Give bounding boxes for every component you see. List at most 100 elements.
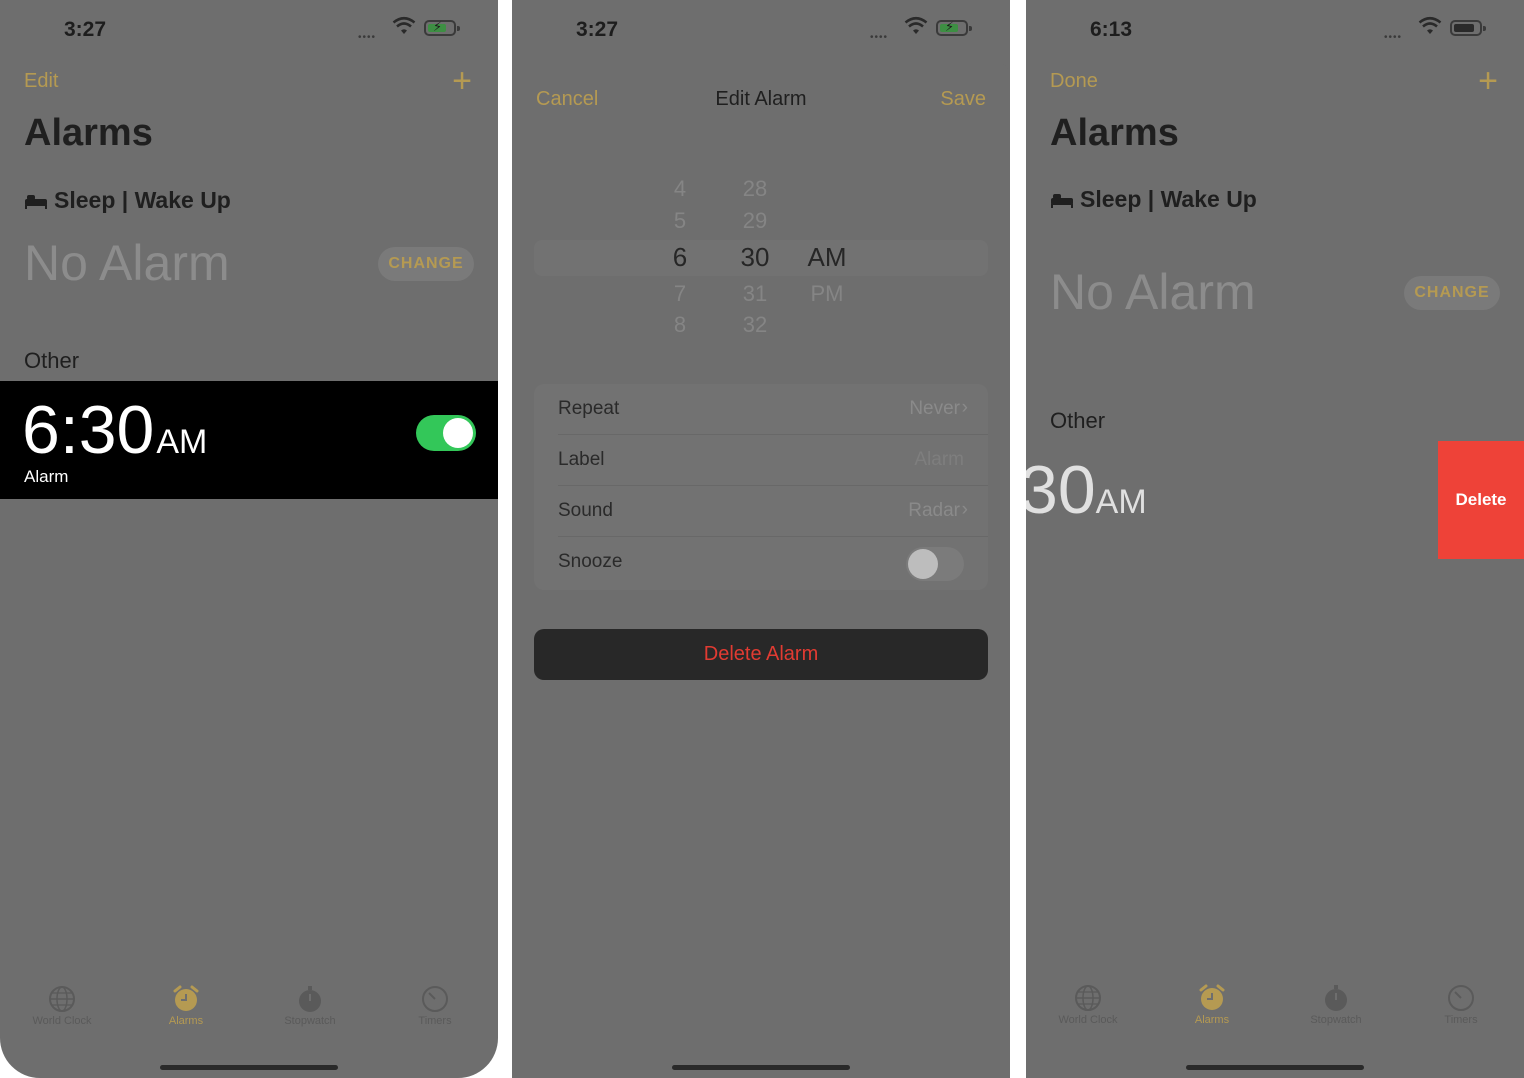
snooze-row: Snooze [534,537,988,588]
picker-minute[interactable]: 31 [730,281,780,307]
alarm-time-value: 6:30 [22,392,155,468]
tab-stopwatch[interactable]: Stopwatch [255,985,365,1027]
sheet-title: Edit Alarm [715,88,807,110]
label-input[interactable]: Alarm [914,449,964,471]
sleep-wake-label: Sleep | Wake Up [54,187,231,213]
home-indicator [160,1065,338,1070]
picker-period[interactable]: PM [802,281,852,307]
tab-timers[interactable]: Timers [1406,984,1516,1026]
tab-label: World Clock [1058,1014,1118,1026]
alarm-clock-icon [173,985,199,1011]
picker-period-selected[interactable]: AM [802,242,852,273]
alarm-ampm: AM [156,423,208,461]
setting-key: Label [558,449,605,470]
toggle-knob [443,418,473,448]
home-indicator [1186,1065,1364,1070]
page-title: Alarms [1050,112,1179,154]
sleep-wake-header: Sleep | Wake Up [24,187,231,214]
edit-button[interactable]: Edit [24,70,58,93]
sound-row[interactable]: Sound Radar › [534,486,988,537]
done-button[interactable]: Done [1050,70,1098,93]
chevron-right-icon: › [961,397,968,418]
stopwatch-icon [1325,985,1347,1011]
status-bar: 3:27 •••• ⚡ [512,0,1010,60]
picker-hour-selected[interactable]: 6 [655,242,705,273]
alarms-screen: 3:27 •••• ⚡ Edit + Alarms Sleep | Wake U… [0,0,498,1078]
cellular-signal-icon: •••• [870,32,889,43]
delete-button[interactable]: Delete [1438,441,1524,559]
alarms-edit-mode-screen: 6:13 •••• Done + Alarms Sleep | Wake Up … [1026,0,1524,1078]
tab-label: Timers [1444,1014,1478,1026]
save-button[interactable]: Save [940,88,986,111]
no-alarm-text: No Alarm [1050,264,1256,320]
picker-hour[interactable]: 4 [655,176,705,202]
snooze-toggle[interactable] [906,547,964,581]
alarm-ampm: AM [1095,483,1147,521]
timer-icon [422,986,448,1012]
tab-world-clock[interactable]: World Clock [7,985,117,1027]
page-title: Alarms [24,112,153,154]
wifi-icon [392,16,416,34]
picker-minute[interactable]: 32 [730,312,780,338]
alarm-label: Alarm [24,467,69,486]
setting-key: Sound [558,500,613,521]
bed-icon [25,194,47,209]
alarm-time: 6:30AM [22,391,207,469]
tab-alarms[interactable]: Alarms [1157,984,1267,1026]
picker-hour[interactable]: 7 [655,281,705,307]
no-alarm-text: No Alarm [24,235,230,291]
add-alarm-button[interactable]: + [452,64,472,98]
picker-hour[interactable]: 8 [655,312,705,338]
change-button[interactable]: CHANGE [378,247,474,281]
status-bar: 3:27 •••• ⚡ [0,0,498,60]
stopwatch-icon [299,986,321,1012]
alarm-time: 30AM [1026,451,1147,529]
delete-alarm-button[interactable]: Delete Alarm [534,629,988,680]
toggle-knob [908,549,938,579]
battery-charging-icon: ⚡ [424,19,460,36]
setting-value: Never [909,398,960,419]
alarm-time-value: 30 [1026,452,1096,528]
wifi-icon [1418,16,1442,34]
tab-stopwatch[interactable]: Stopwatch [1281,984,1391,1026]
tab-bar: World Clock Alarms Stopwatch Timers [0,985,498,1045]
globe-icon [49,986,75,1012]
label-row[interactable]: Label Alarm [534,435,988,486]
home-indicator [672,1065,850,1070]
alarm-row[interactable]: 6:30AM Alarm [0,381,498,499]
tab-label: Stopwatch [1310,1014,1362,1026]
tab-label: Stopwatch [284,1015,336,1027]
other-section-header: Other [24,348,80,373]
tab-world-clock[interactable]: World Clock [1033,984,1143,1026]
sleep-wake-label: Sleep | Wake Up [1080,186,1257,212]
tab-label: Alarms [168,1015,204,1027]
picker-hour[interactable]: 5 [655,208,705,234]
status-time: 3:27 [576,18,619,41]
alarm-settings-group: Repeat Never › Label Alarm Sound Radar ›… [534,384,988,590]
alarm-toggle[interactable] [416,415,476,451]
status-time: 6:13 [1090,18,1133,41]
wifi-icon [904,16,928,34]
other-section-header: Other [1050,408,1106,433]
tab-bar: World Clock Alarms Stopwatch Timers [1026,984,1524,1044]
change-button[interactable]: CHANGE [1404,276,1500,310]
tab-alarms[interactable]: Alarms [131,985,241,1027]
alarm-clock-icon [1199,984,1225,1010]
repeat-row[interactable]: Repeat Never › [534,384,988,435]
battery-icon [1450,20,1486,36]
setting-value: Radar [908,500,960,521]
cellular-signal-icon: •••• [1384,32,1403,43]
add-alarm-button[interactable]: + [1478,64,1498,98]
edit-alarm-screen: 3:27 •••• ⚡ Cancel Edit Alarm Save 4 5 6… [512,0,1010,1078]
tab-label: World Clock [32,1015,92,1027]
setting-key: Repeat [558,398,620,419]
status-bar: 6:13 •••• [1026,0,1524,60]
globe-icon [1075,985,1101,1011]
picker-minute[interactable]: 29 [730,208,780,234]
tab-timers[interactable]: Timers [380,985,490,1027]
picker-minute-selected[interactable]: 30 [730,242,780,273]
picker-minute[interactable]: 28 [730,176,780,202]
setting-key: Snooze [558,551,623,572]
cellular-signal-icon: •••• [358,32,377,43]
battery-charging-icon: ⚡ [936,19,972,36]
